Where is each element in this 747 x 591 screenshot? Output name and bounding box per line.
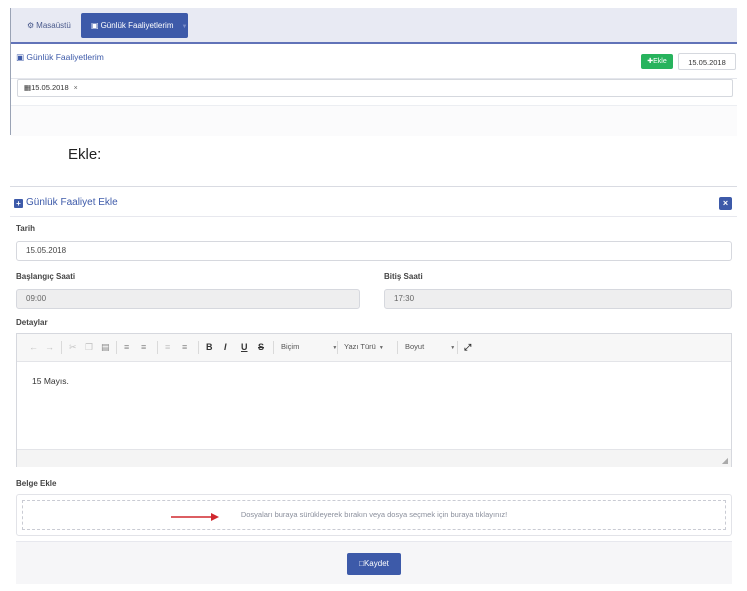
outdent-icon[interactable]: ≡ <box>165 342 170 353</box>
size-select-label: Boyut <box>405 342 425 351</box>
toolbar-divider <box>457 341 458 354</box>
modal-title-text: Günlük Faaliyet Ekle <box>26 197 118 208</box>
start-time-field[interactable]: 09:00 <box>16 289 360 309</box>
save-button[interactable]: □Kaydet <box>347 553 401 575</box>
toolbar-divider <box>198 341 199 354</box>
resize-grip-icon[interactable]: ◢ <box>722 456 728 465</box>
bulleted-list-icon[interactable]: ≡ <box>141 342 146 353</box>
strikethrough-icon[interactable]: S <box>258 342 264 353</box>
tab-daily-activities-label: Günlük Faaliyetlerim <box>100 21 174 30</box>
dropzone-text: Dosyaları buraya sürükleyerek bırakın ve… <box>240 510 508 519</box>
toolbar-divider <box>337 341 338 354</box>
italic-icon[interactable]: I <box>224 342 227 353</box>
toolbar-divider <box>273 341 274 354</box>
date-field[interactable]: 15.05.2018 <box>16 241 732 261</box>
tab-bar: ⚙ Masaüstü ▣ Günlük Faaliyetlerim ▼ <box>11 8 737 44</box>
fullscreen-icon[interactable]: ⤢ <box>464 342 471 353</box>
numbered-list-icon[interactable]: ≡ <box>124 342 129 353</box>
toolbar-divider <box>397 341 398 354</box>
editor-toolbar: ← → ✂ ❐ ▤ ≡ ≡ ≡ ≡ B I U S Biçim ▼ Yazı Tü… <box>17 334 731 362</box>
tab-daily-activities[interactable]: ▣ Günlük Faaliyetlerim ▼ <box>81 13 188 38</box>
briefcase-icon: ▣ <box>16 52 25 62</box>
details-label: Detaylar <box>16 318 48 327</box>
caret-down-icon: ▼ <box>378 345 384 351</box>
add-button[interactable]: ✚Ekle <box>641 54 673 69</box>
size-select[interactable]: Boyut ▼ <box>405 342 455 351</box>
toolbar-divider <box>116 341 117 354</box>
redo-icon[interactable]: → <box>45 342 54 353</box>
indent-icon[interactable]: ≡ <box>182 342 187 353</box>
bold-icon[interactable]: B <box>206 342 213 353</box>
briefcase-icon: ▣ <box>91 21 99 30</box>
start-time-label: Başlangıç Saati <box>16 272 76 281</box>
date-label: Tarih <box>16 224 35 233</box>
panel-body <box>11 105 737 136</box>
file-dropzone[interactable]: Dosyaları buraya sürükleyerek bırakın ve… <box>22 500 726 530</box>
filter-tag: ▦15.05.2018 × <box>24 83 78 92</box>
attachment-area: Dosyaları buraya sürükleyerek bırakın ve… <box>16 494 732 536</box>
date-input[interactable]: 15.05.2018 <box>678 53 736 70</box>
divider <box>10 216 737 217</box>
attachment-label: Belge Ekle <box>16 479 57 488</box>
format-select[interactable]: Biçim ▼ <box>281 342 337 351</box>
editor-content[interactable]: 15 Mayıs. <box>32 376 69 386</box>
undo-icon[interactable]: ← <box>29 342 38 353</box>
panel-title: ▣ Günlük Faaliyetlerim <box>16 52 104 63</box>
toolbar-divider <box>157 341 158 354</box>
editor-statusbar: ◢ <box>17 449 731 467</box>
filter-input[interactable]: ▦15.05.2018 × <box>17 79 733 97</box>
tab-dashboard-label: Masaüstü <box>36 21 71 30</box>
add-activity-modal: + Günlük Faaliyet Ekle × Tarih 15.05.2018… <box>10 186 737 585</box>
remove-tag-icon[interactable]: × <box>74 85 78 92</box>
panel-header: ▣ Günlük Faaliyetlerim ✚Ekle 15.05.2018 <box>11 44 737 79</box>
font-select[interactable]: Yazı Türü ▼ <box>344 342 384 351</box>
copy-icon[interactable]: ❐ <box>85 342 93 353</box>
rich-text-editor: ← → ✂ ❐ ▤ ≡ ≡ ≡ ≡ B I U S Biçim ▼ Yazı Tü… <box>16 333 732 467</box>
caption-text: Ekle: <box>68 146 102 163</box>
chevron-down-icon[interactable]: ▼ <box>181 24 187 30</box>
save-button-label: Kaydet <box>363 559 389 568</box>
top-screenshot: ⚙ Masaüstü ▣ Günlük Faaliyetlerim ▼ ▣ Günlü… <box>10 8 737 136</box>
underline-icon[interactable]: U <box>241 342 248 353</box>
toolbar-divider <box>61 341 62 354</box>
end-time-field[interactable]: 17:30 <box>384 289 732 309</box>
tab-dashboard[interactable]: ⚙ Masaüstü <box>17 13 77 38</box>
panel-title-text: Günlük Faaliyetlerim <box>26 52 104 62</box>
filter-tag-text: 15.05.2018 <box>31 83 69 92</box>
caret-down-icon: ▼ <box>450 345 456 351</box>
dashboard-icon: ⚙ <box>27 21 35 30</box>
paste-icon[interactable]: ▤ <box>101 342 110 353</box>
close-button[interactable]: × <box>719 197 732 210</box>
modal-title: + Günlük Faaliyet Ekle <box>14 197 118 208</box>
cut-icon[interactable]: ✂ <box>69 342 77 353</box>
add-button-label: Ekle <box>653 58 667 65</box>
end-time-label: Bitiş Saati <box>384 272 423 281</box>
modal-footer: □Kaydet <box>16 541 732 584</box>
plus-square-icon: + <box>14 199 23 208</box>
format-select-label: Biçim <box>281 342 300 351</box>
annotation-arrow-icon <box>171 513 219 521</box>
font-select-label: Yazı Türü <box>344 342 376 351</box>
